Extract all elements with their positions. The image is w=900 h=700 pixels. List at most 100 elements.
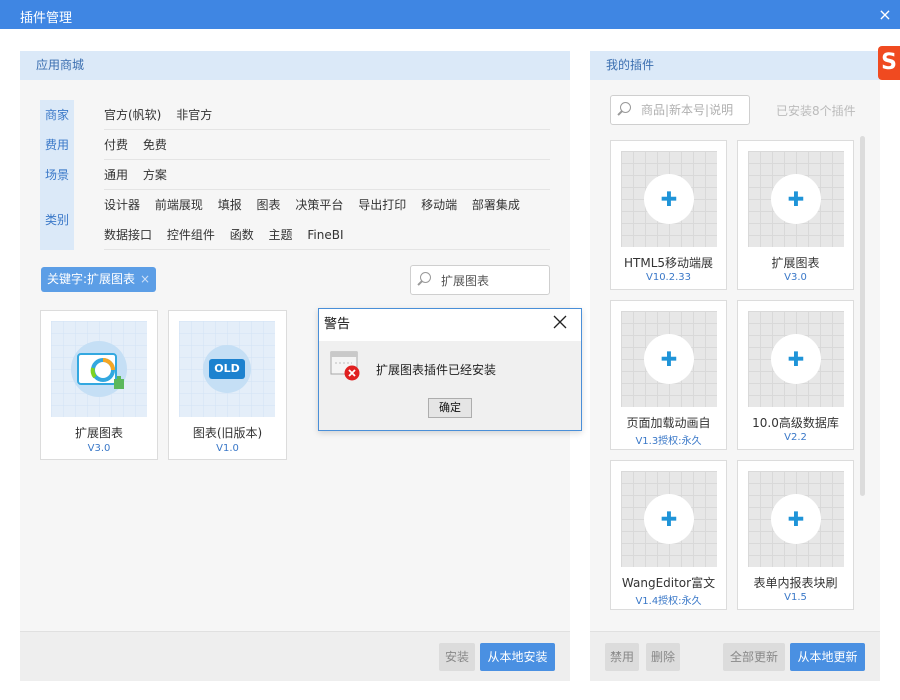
window-title: 插件管理 — [20, 11, 73, 26]
plugin-version: V10.2.33 — [645, 272, 691, 283]
puzzle-piece-icon: ✚ — [660, 187, 678, 211]
install-button[interactable]: 安装 — [439, 643, 475, 671]
filter-option-free[interactable]: 免费 — [143, 130, 167, 160]
filter-option-unofficial[interactable]: 非官方 — [176, 100, 212, 130]
installed-plugin-card[interactable]: ✚ HTML5移动端展 V10.2.33 — [610, 140, 727, 290]
plugin-version: V3.0 — [784, 272, 807, 283]
plugin-name: 扩展图表 — [74, 426, 123, 440]
install-local-button[interactable]: 从本地安装 — [480, 643, 555, 671]
warning-dialog: 警告 扩展图表插件已经安装 确定 — [318, 308, 582, 431]
filter-category-type: 类别 — [44, 213, 69, 227]
plugin-thumbnail — [51, 321, 147, 417]
my-plugins-footer: 禁用 删除 全部更新 从本地更新 — [590, 631, 880, 681]
keyword-tag: 关键字:扩展图表 × — [41, 267, 157, 292]
window-close-button[interactable]: × — [870, 0, 900, 29]
plugin-name: 扩展图表 — [771, 256, 820, 270]
puzzle-piece-icon: ✚ — [660, 347, 678, 371]
dialog-body: 扩展图表插件已经安装 确定 — [319, 341, 581, 430]
store-plugin-card[interactable]: OLD 图表(旧版本) V1.0 — [168, 310, 287, 460]
chart-plugin-icon — [51, 321, 147, 417]
installed-plugin-card[interactable]: ✚ 表单内报表块刷 V1.5 — [737, 460, 854, 610]
plugin-version: V2.2 — [784, 432, 807, 443]
search-icon — [420, 272, 431, 283]
plugin-version: V3.0 — [87, 443, 111, 454]
scrollbar[interactable] — [860, 136, 865, 496]
plugin-thumbnail: ✚ — [748, 311, 844, 407]
plugin-thumbnail: ✚ — [748, 471, 844, 567]
plugin-version: V1.4授权:永久 — [635, 596, 702, 607]
filter-option-export-print[interactable]: 导出打印 — [358, 190, 406, 220]
my-plugins-search-box — [610, 95, 752, 125]
filter-category-scene: 场景 — [44, 168, 69, 182]
store-search-box — [410, 265, 552, 295]
plugin-thumbnail: ✚ — [621, 151, 717, 247]
disable-button[interactable]: 禁用 — [605, 643, 639, 671]
store-footer: 安装 从本地安装 — [20, 631, 570, 681]
dialog-title: 警告 — [319, 309, 581, 341]
dialog-message: 扩展图表插件已经安装 — [376, 363, 497, 377]
filter-option-widget[interactable]: 控件组件 — [167, 220, 215, 250]
filter-row-scene: 通用 方案 — [104, 160, 550, 190]
store-search-input[interactable] — [441, 266, 552, 294]
store-panel-header: 应用商城 — [20, 51, 570, 80]
plugin-thumbnail: OLD — [179, 321, 275, 417]
window-titlebar: 插件管理 × — [0, 0, 900, 29]
puzzle-piece-icon: ✚ — [660, 507, 678, 531]
installed-plugin-card[interactable]: ✚ 10.0高级数据库 V2.2 — [737, 300, 854, 450]
brand-logo: S — [878, 46, 900, 80]
plugin-name: 10.0高级数据库 — [752, 416, 839, 430]
filter-option-designer[interactable]: 设计器 — [104, 190, 140, 220]
filter-row-fee: 付费 免费 — [104, 130, 550, 160]
filter-option-general[interactable]: 通用 — [104, 160, 128, 190]
old-badge: OLD — [214, 362, 240, 375]
puzzle-piece-icon: ✚ — [787, 187, 805, 211]
store-plugin-card[interactable]: 扩展图表 V3.0 — [40, 310, 158, 460]
my-plugins-search-input[interactable] — [641, 96, 752, 124]
installed-plugin-card[interactable]: ✚ 页面加载动画自 V1.3授权:永久 — [610, 300, 727, 450]
filter-option-frontend[interactable]: 前端展现 — [155, 190, 203, 220]
installed-count: 已安装8个插件 — [776, 104, 856, 118]
error-icon — [330, 351, 360, 381]
filter-option-decision[interactable]: 决策平台 — [295, 190, 343, 220]
puzzle-piece-icon: ✚ — [787, 347, 805, 371]
dialog-close-icon[interactable] — [551, 315, 569, 333]
filter-row-type: 设计器 前端展现 填报 图表 决策平台 导出打印 移动端 部署集成 数据接口 控… — [104, 190, 550, 250]
plugin-name: 表单内报表块刷 — [753, 576, 838, 590]
filter-option-data-interface[interactable]: 数据接口 — [104, 220, 152, 250]
plugin-name: HTML5移动端展 — [623, 256, 714, 270]
filter-option-fill[interactable]: 填报 — [218, 190, 242, 220]
keyword-tag-label: 关键字:扩展图表 — [47, 272, 136, 286]
filter-category-merchant: 商家 — [44, 108, 69, 122]
filter-option-paid[interactable]: 付费 — [104, 130, 128, 160]
plugin-thumbnail: ✚ — [748, 151, 844, 247]
plugin-thumbnail: ✚ — [621, 311, 717, 407]
filter-row-merchant: 官方(帆软) 非官方 — [104, 100, 550, 130]
filter-option-solution[interactable]: 方案 — [143, 160, 167, 190]
installed-plugin-card[interactable]: ✚ 扩展图表 V3.0 — [737, 140, 854, 290]
plugin-version: V1.0 — [216, 443, 239, 454]
plugin-name: WangEditor富文 — [621, 576, 716, 590]
puzzle-piece-icon: ✚ — [787, 507, 805, 531]
filter-option-theme[interactable]: 主题 — [269, 220, 293, 250]
update-all-button[interactable]: 全部更新 — [723, 643, 785, 671]
filter-option-mobile[interactable]: 移动端 — [421, 190, 457, 220]
plugin-version: V1.5 — [784, 592, 807, 603]
installed-plugin-card[interactable]: ✚ WangEditor富文 V1.4授权:永久 — [610, 460, 727, 610]
plugin-name: 页面加载动画自 — [626, 416, 711, 430]
search-icon — [620, 102, 631, 113]
filter-option-official[interactable]: 官方(帆软) — [104, 100, 161, 130]
plugin-name: 图表(旧版本) — [192, 426, 263, 440]
keyword-tag-remove-icon[interactable]: × — [140, 272, 150, 286]
filter-option-deploy[interactable]: 部署集成 — [472, 190, 520, 220]
dialog-ok-button[interactable]: 确定 — [428, 398, 472, 418]
plugin-thumbnail: ✚ — [621, 471, 717, 567]
filter-option-function[interactable]: 函数 — [230, 220, 254, 250]
plugin-version: V1.3授权:永久 — [635, 436, 702, 447]
filter-category-fee: 费用 — [44, 138, 69, 152]
update-local-button[interactable]: 从本地更新 — [790, 643, 865, 671]
my-plugins-header: 我的插件 — [590, 51, 880, 80]
filter-option-chart[interactable]: 图表 — [257, 190, 281, 220]
delete-button[interactable]: 删除 — [646, 643, 680, 671]
filter-option-finebi[interactable]: FineBI — [307, 220, 343, 250]
my-plugins-panel: 我的插件 已安装8个插件 ✚ HTML5移动端展 V10.2.33 ✚ 扩展图表… — [590, 51, 880, 681]
